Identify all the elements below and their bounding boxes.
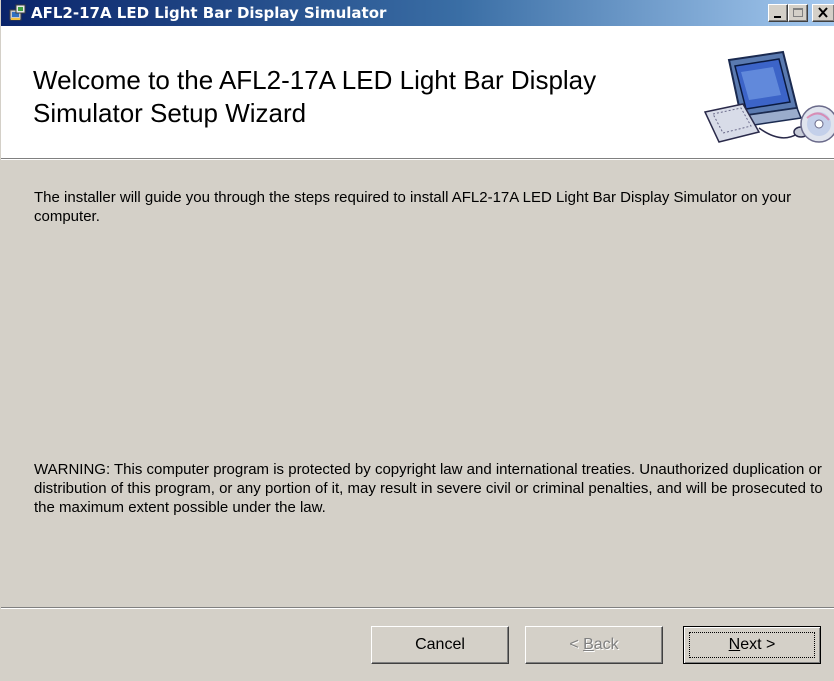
close-button[interactable] <box>812 4 834 22</box>
next-button[interactable]: Next > <box>683 626 821 664</box>
intro-text: The installer will guide you through the… <box>34 189 792 225</box>
installer-window: AFL2-17A LED Light Bar Display Simulator… <box>0 0 834 681</box>
installer-app-icon <box>9 4 26 21</box>
computer-with-disc-icon <box>703 50 834 143</box>
window-title: AFL2-17A LED Light Bar Display Simulator <box>31 4 387 22</box>
cancel-button[interactable]: Cancel <box>371 626 509 664</box>
back-button-mnemonic: B <box>583 636 594 653</box>
close-icon <box>818 7 828 18</box>
header-divider <box>1 158 834 160</box>
back-button-prefix: < <box>569 636 584 653</box>
copyright-warning-text: WARNING: This computer program is protec… <box>34 461 823 516</box>
back-button-rest: ack <box>593 636 619 653</box>
maximize-button[interactable] <box>788 4 808 22</box>
maximize-icon <box>793 8 803 17</box>
page-title: Welcome to the AFL2-17A LED Light Bar Di… <box>33 65 597 128</box>
minimize-button[interactable] <box>768 4 788 22</box>
footer-divider <box>1 607 834 609</box>
focus-rectangle <box>689 632 815 658</box>
title-bar[interactable]: AFL2-17A LED Light Bar Display Simulator <box>1 0 834 26</box>
cancel-button-label: Cancel <box>415 636 465 653</box>
back-button[interactable]: < Back <box>525 626 663 664</box>
wizard-header: Welcome to the AFL2-17A LED Light Bar Di… <box>1 26 834 158</box>
minimize-icon <box>774 16 781 18</box>
